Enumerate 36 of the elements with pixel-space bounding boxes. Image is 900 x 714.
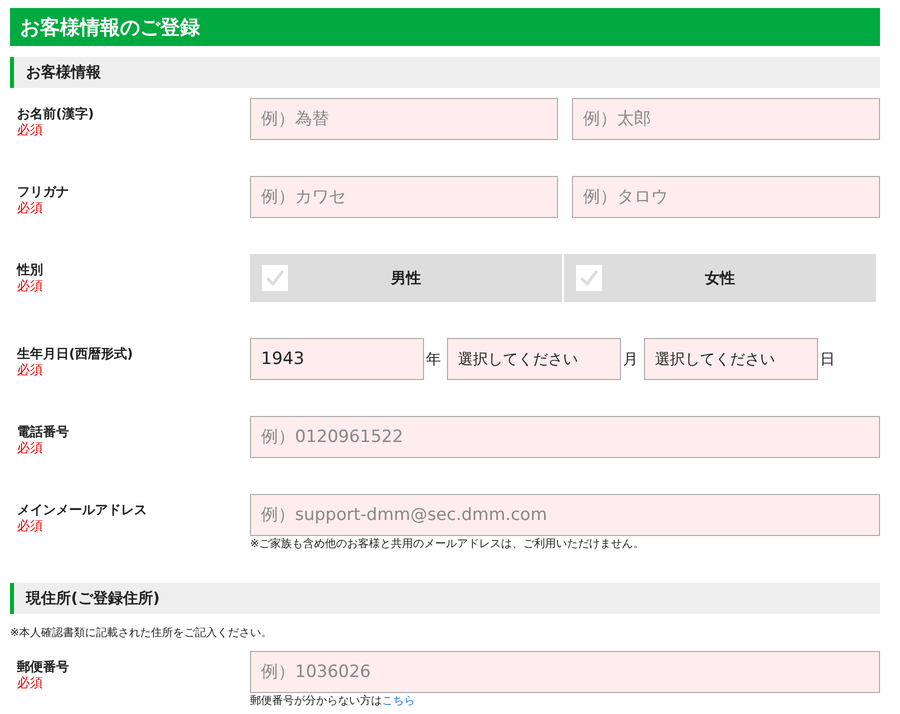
unit-label: 月 — [623, 350, 638, 368]
field-label: フリガナ — [17, 185, 70, 201]
required-label: 必須 — [17, 676, 44, 692]
required-label: 必須 — [17, 123, 44, 139]
required-label: 必須 — [17, 363, 44, 379]
field-note: 郵便番号が分からない方はこちら — [250, 694, 416, 708]
required-label: 必須 — [17, 519, 44, 535]
section-note: ※本人確認書類に記載された住所をご記入ください。 — [10, 626, 274, 640]
input-field[interactable]: 例）support-dmm@sec.dmm.com — [250, 494, 880, 536]
gender-option[interactable]: 男性 — [250, 254, 562, 302]
field-label: 生年月日(西暦形式) — [17, 347, 134, 363]
page-title: お客様情報のご登録 — [10, 8, 880, 46]
gender-option[interactable]: 女性 — [564, 254, 876, 302]
required-label: 必須 — [17, 279, 44, 295]
input-field[interactable]: 例）カワセ — [250, 176, 558, 218]
unit-label: 年 — [426, 350, 441, 368]
input-field[interactable]: 例）タロウ — [572, 176, 880, 218]
field-label: メインメールアドレス — [17, 503, 148, 519]
section-heading: お客様情報 — [10, 57, 880, 88]
year-field[interactable]: 1943 — [250, 338, 424, 380]
link[interactable]: こちら — [382, 694, 415, 707]
dropdown[interactable]: 選択してください — [644, 338, 818, 380]
field-label: お名前(漢字) — [17, 107, 95, 123]
input-field[interactable]: 例）為替 — [250, 98, 558, 140]
field-label: 郵便番号 — [17, 660, 70, 676]
input-field[interactable]: 例）太郎 — [572, 98, 880, 140]
section-heading: 現住所(ご登録住所) — [10, 583, 880, 614]
dropdown[interactable]: 選択してください — [447, 338, 621, 380]
input-field[interactable]: 例）1036026 — [250, 651, 880, 693]
input-field[interactable]: 例）0120961522 — [250, 416, 880, 458]
required-label: 必須 — [17, 201, 44, 217]
unit-label: 日 — [820, 350, 835, 368]
field-label: 電話番号 — [17, 425, 70, 441]
field-label: 性別 — [17, 263, 44, 279]
field-note: ※ご家族も含め他のお客様と共用のメールアドレスは、ご利用いただけません。 — [250, 537, 646, 551]
required-label: 必須 — [17, 441, 44, 457]
